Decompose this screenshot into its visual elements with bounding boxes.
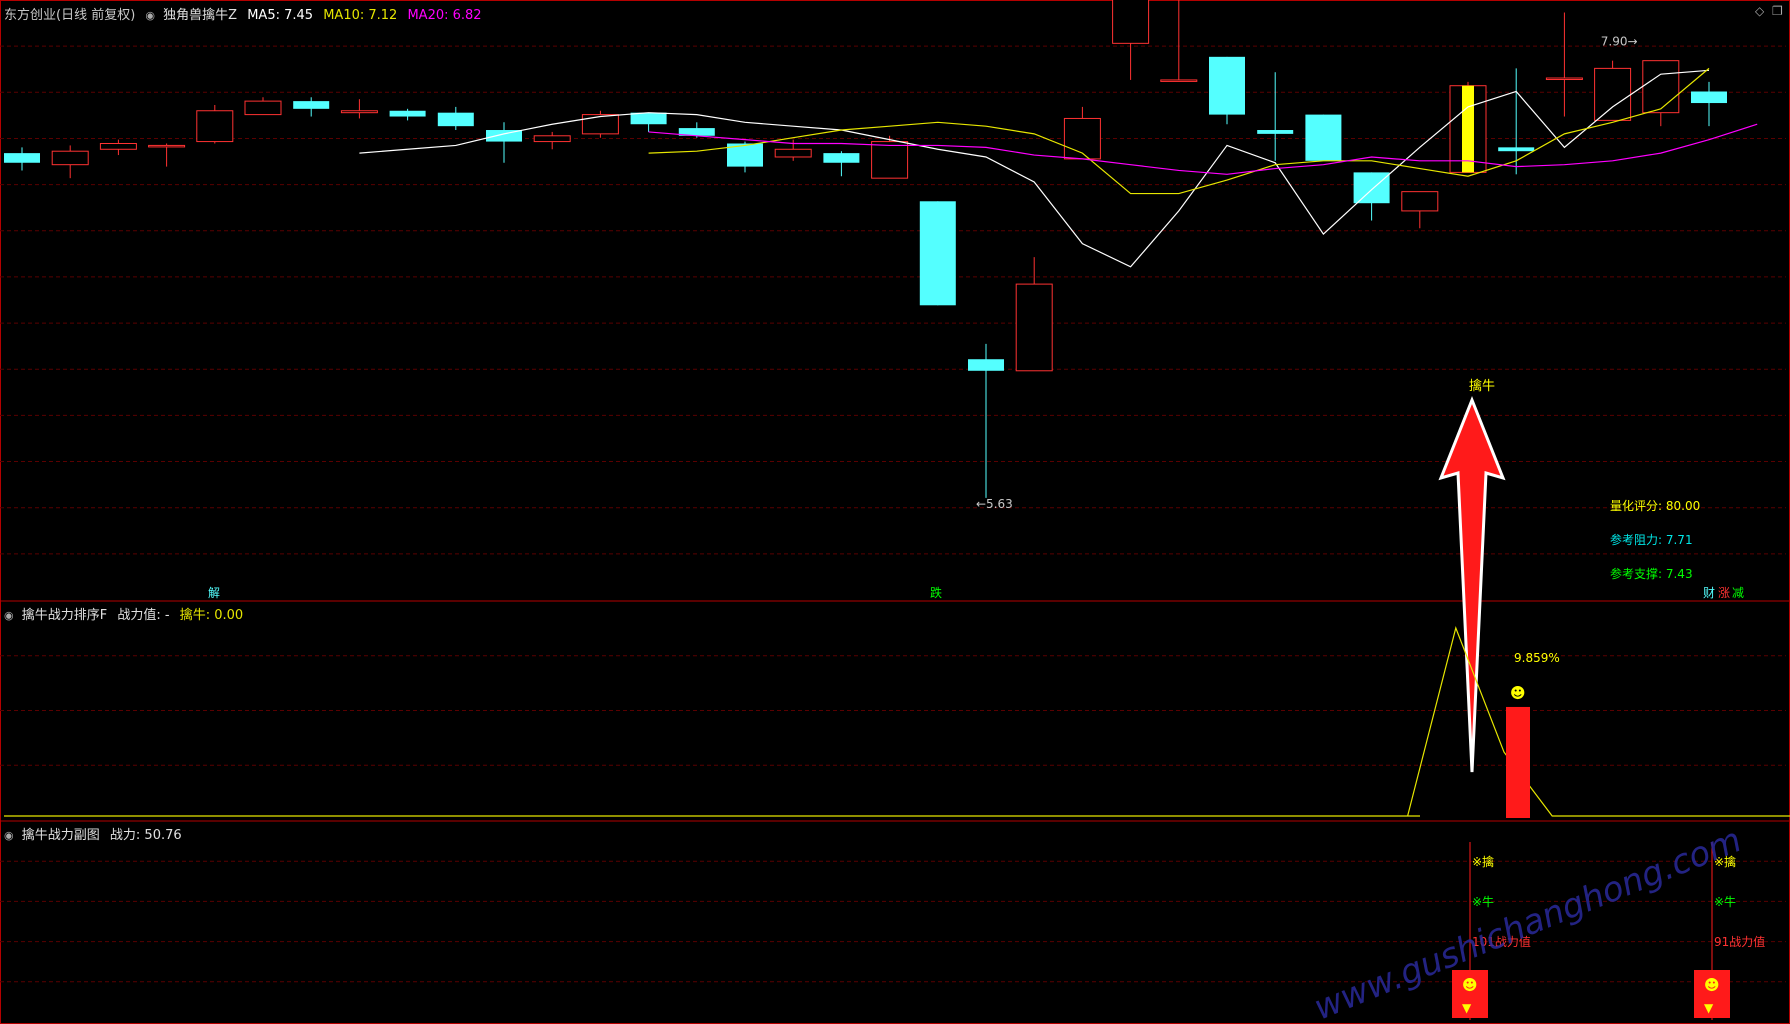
event-label: 跌 [930,585,942,600]
candle-body [919,201,956,306]
candle-body [871,141,909,179]
watermark: www.gushichanghong.com [1308,820,1747,1024]
candle-body [1642,60,1680,114]
event-label: 减 [1732,586,1744,600]
candle-body [1305,114,1342,161]
wifi-icon: ▼ [1462,1001,1472,1015]
ma20-label: MA20: 6.82 [407,8,482,23]
sub2-tag1: ※擒 [1472,854,1494,869]
candle-body [99,142,137,150]
sub1-settings-icon[interactable]: ◉ [4,609,14,622]
sub2-name[interactable]: 擒牛战力副图 [22,828,100,843]
stock-title[interactable]: 东方创业(日线 前复权) [4,8,135,23]
candle-body [293,101,330,109]
candle-body [4,153,40,163]
candle-body [1498,147,1535,152]
candle-body [196,110,234,143]
candle-body [1257,130,1294,134]
sub2-tag2: ※牛 [1472,894,1494,909]
sub2-header: ◉ 擒牛战力副图 战力: 50.76 [4,824,188,843]
info-text: 参考阻力: 7.71 [1610,532,1693,547]
indicator-name[interactable]: 独角兽擒牛Z [163,8,237,23]
sub1-percent-label: 9.859% [1514,651,1560,665]
ma10-label: MA10: 7.12 [323,8,398,23]
candle-body [823,153,860,163]
stock-chart-window: ←5.63 7.90→ 擒牛解 跌 财涨减 量化评分: 80.00 参考阻力: 7.71 参考… [0,0,1790,1024]
info-text: 量化评分: 80.00 [1610,499,1700,513]
candle-body [533,135,571,143]
sub1-header: ◉ 擒牛战力排序F 战力值: - 擒牛: 0.00 [4,604,249,623]
candle-body [1545,77,1583,81]
settings-icon[interactable]: ◉ [145,9,155,22]
stock-chart[interactable]: ←5.63 7.90→ 擒牛解 跌 财涨减 量化评分: 80.00 参考阻力: 7.71 参考… [0,0,1790,1024]
candle-body [968,359,1004,371]
main-chart-header: 东方创业(日线 前复权) ◉ 独角兽擒牛Z MA5: 7.45 MA10: 7.… [4,4,488,23]
candle-body [1160,79,1198,82]
candle-body [389,110,426,117]
ma20-line [648,123,1758,175]
diamond-icon[interactable]: ◇ [1755,4,1764,18]
sub1-bar [1506,706,1530,818]
wifi-icon: ▼ [1704,1001,1714,1015]
low-price-label: ←5.63 [976,497,1013,511]
smiley-icon: ☻ [1510,684,1526,702]
high-price-label: 7.90→ [1601,35,1638,49]
candle-body [244,100,282,116]
sub1-label-b: 擒牛: 0.00 [179,608,244,623]
candle-body [437,112,474,127]
ma5-line [359,69,1710,268]
candle-body [1112,0,1150,44]
sub2-label: 战力: 50.76 [109,828,182,843]
candle-body [1353,172,1390,204]
event-label: 涨 [1718,585,1730,600]
candle-body [51,150,89,166]
sub2-settings-icon[interactable]: ◉ [4,829,14,842]
candle-body [148,144,186,148]
smiley-icon: ☻ [1704,976,1720,994]
candle-body [340,110,378,114]
signal-label: 擒牛 [1469,378,1495,394]
candle-body [1691,91,1727,104]
smiley-icon: ☻ [1462,976,1478,994]
candle-body [1015,283,1053,372]
event-label: 解 [208,586,220,600]
signal-candle-highlight [1462,85,1474,173]
sub2-score: 91战力值 [1714,934,1765,949]
candle-body [630,112,667,125]
candle-body [774,148,812,158]
red-arrow-icon [1438,395,1506,773]
candle-body [581,114,619,135]
candle-body [1401,191,1439,212]
sub1-label-a: 战力值: - [117,608,170,623]
candle-body [1594,67,1632,121]
ma5-label: MA5: 7.45 [247,8,314,23]
window-restore-icon[interactable]: ❐ [1772,4,1783,18]
candle-body [1209,56,1245,115]
info-text: 参考支撑: 7.43 [1610,566,1693,581]
event-label: 财 [1703,586,1715,600]
sub2-tag2: ※牛 [1714,894,1736,909]
sub1-name[interactable]: 擒牛战力排序F [22,608,107,623]
